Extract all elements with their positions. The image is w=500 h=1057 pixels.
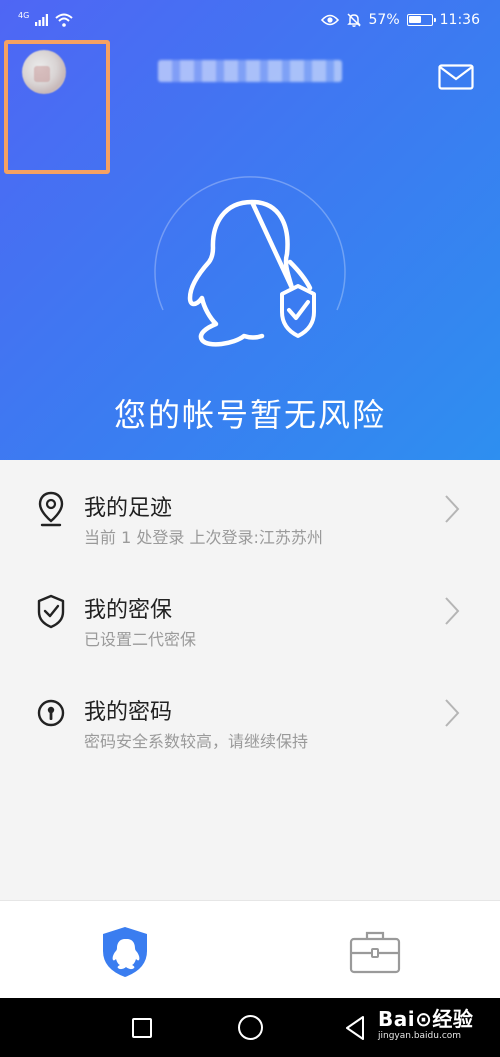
watermark-brand: Bai⊙经验 [378, 1007, 474, 1031]
menu-title: 我的足迹 [84, 496, 173, 521]
toolbox-icon[interactable] [348, 929, 402, 975]
clock: 11:36 [439, 12, 480, 28]
chevron-right-icon [445, 699, 460, 727]
status-right: 57% 11:36 [320, 10, 480, 30]
hero-section: 4G 57% 11:36 您的帐号暂无风险 [0, 0, 500, 460]
chevron-right-icon [445, 597, 460, 625]
home-button[interactable] [238, 1015, 263, 1040]
status-left: 4G [18, 10, 73, 30]
avatar[interactable] [22, 50, 66, 94]
battery-level [408, 16, 421, 23]
watermark-url: jingyan.baidu.com [378, 1031, 462, 1041]
wifi-icon [55, 13, 73, 27]
bottom-tab-bar [0, 900, 500, 998]
status-bar: 4G 57% 11:36 [0, 0, 500, 40]
signal-icon [35, 14, 49, 26]
back-triangle-icon[interactable] [344, 1015, 366, 1041]
battery-percent: 57% [368, 12, 400, 28]
battery-icon [406, 14, 436, 26]
shield-check-icon [37, 594, 65, 629]
account-status-text: 您的帐号暂无风险 [113, 396, 386, 434]
menu-subtitle: 密码安全系数较高，请继续保持 [84, 732, 309, 751]
recent-apps-button[interactable] [132, 1018, 152, 1038]
chevron-right-icon [445, 495, 460, 523]
penguin-shield-icon [187, 199, 316, 347]
security-menu: 我的足迹 当前 1 处登录 上次登录:江苏苏州 我的密保 已设置二代密保 我的密… [0, 460, 500, 766]
menu-subtitle: 已设置二代密保 [84, 630, 197, 649]
menu-item-footprint[interactable]: 我的足迹 当前 1 处登录 上次登录:江苏苏州 [0, 460, 500, 562]
mute-bell-icon [346, 13, 361, 27]
security-shield-icon[interactable] [100, 925, 150, 979]
location-pin-icon [38, 491, 64, 527]
menu-item-security-questions[interactable]: 我的密保 已设置二代密保 [0, 562, 500, 664]
menu-item-password[interactable]: 我的密码 密码安全系数较高，请继续保持 [0, 664, 500, 766]
network-type: 4G [18, 11, 30, 20]
keyhole-icon [37, 699, 65, 727]
menu-subtitle: 当前 1 处登录 上次登录:江苏苏州 [84, 528, 323, 547]
account-name [158, 60, 342, 82]
menu-title: 我的密码 [84, 700, 173, 725]
mail-icon[interactable] [438, 64, 474, 90]
eye-icon [320, 14, 339, 26]
baidu-watermark: Bai⊙经验 jingyan.baidu.com [378, 1008, 473, 1042]
menu-title: 我的密保 [84, 598, 173, 623]
